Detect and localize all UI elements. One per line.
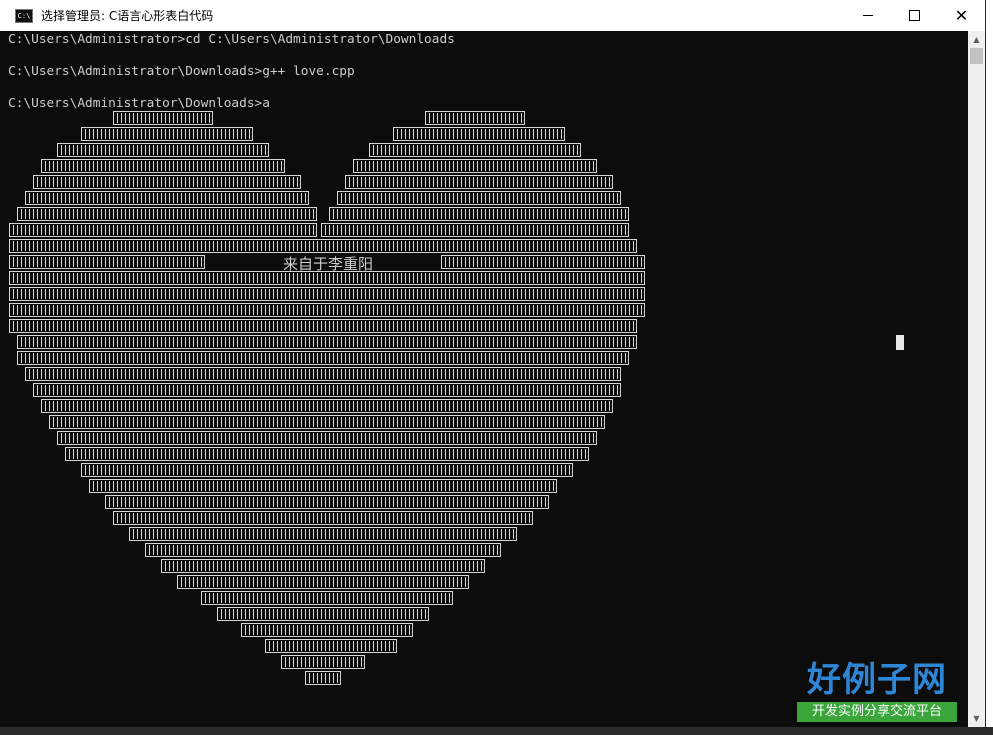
watermark-subtitle: 开发实例分享交流平台 <box>797 702 957 722</box>
heart-row-glyphs <box>13 241 634 251</box>
heart-row-segment <box>9 319 637 333</box>
heart-row-glyphs <box>13 225 314 235</box>
heart-row-segment <box>41 399 613 413</box>
heart-row-segment <box>129 527 517 541</box>
heart-row-segment <box>9 239 637 253</box>
heart-row-segment <box>9 223 317 237</box>
heart-row-segment <box>329 207 629 221</box>
heart-row-glyphs <box>333 209 626 219</box>
heart-caption: 来自于李重阳 <box>283 255 373 273</box>
heart-row-segment <box>321 223 629 237</box>
heart-row-glyphs <box>45 401 610 411</box>
heart-row-glyphs <box>117 513 530 523</box>
heart-row-glyphs <box>21 353 626 363</box>
heart-row-glyphs <box>349 177 610 187</box>
heart-row-segment <box>57 431 597 445</box>
heart-row-glyphs <box>85 129 250 139</box>
heart-row-glyphs <box>445 257 642 267</box>
heart-row-glyphs <box>309 673 338 683</box>
heart-row-glyphs <box>37 385 618 395</box>
heart-row-glyphs <box>429 113 522 123</box>
scroll-up-icon[interactable]: ▲ <box>968 31 985 48</box>
heart-row-glyphs <box>61 433 594 443</box>
heart-row-glyphs <box>269 641 394 651</box>
heart-row-glyphs <box>21 337 634 347</box>
heart-row-segment <box>81 463 573 477</box>
heart-row-glyphs <box>397 129 562 139</box>
maximize-icon <box>909 10 920 21</box>
heart-row-segment <box>201 591 453 605</box>
heart-row-segment <box>89 479 557 493</box>
heart-row-segment <box>305 671 341 685</box>
heart-row-segment <box>441 255 645 269</box>
text-cursor <box>896 335 904 350</box>
heart-row-segment <box>9 255 205 269</box>
heart-row-glyphs <box>373 145 578 155</box>
console-output[interactable]: C:\Users\Administrator>cd C:\Users\Admin… <box>0 31 968 727</box>
close-icon: ✕ <box>954 5 969 25</box>
heart-row-glyphs <box>69 449 586 459</box>
heart-row-glyphs <box>93 481 554 491</box>
minimize-icon <box>862 15 873 16</box>
heart-row-segment <box>337 191 621 205</box>
taskbar-strip <box>0 727 993 735</box>
heart-art: 来自于李重阳 <box>9 111 645 685</box>
scroll-down-icon[interactable]: ▼ <box>968 710 985 727</box>
heart-row-glyphs <box>285 657 362 667</box>
heart-row-glyphs <box>29 193 306 203</box>
title-bar[interactable]: C:\ 选择管理员: C语言心形表白代码 ✕ <box>0 0 985 31</box>
heart-row-glyphs <box>53 417 602 427</box>
heart-row-segment <box>105 495 549 509</box>
heart-row-segment <box>81 127 253 141</box>
heart-row-glyphs <box>37 177 298 187</box>
heart-row-segment <box>241 623 413 637</box>
heart-row-glyphs <box>109 497 546 507</box>
heart-row-glyphs <box>29 369 618 379</box>
heart-row-glyphs <box>205 593 450 603</box>
heart-row-glyphs <box>13 321 634 331</box>
heart-row-glyphs <box>61 145 266 155</box>
heart-row-glyphs <box>133 529 514 539</box>
watermark: 好例子网 开发实例分享交流平台 <box>792 660 962 722</box>
heart-row-glyphs <box>325 225 626 235</box>
heart-row-glyphs <box>117 113 210 123</box>
minimize-button[interactable] <box>844 0 891 31</box>
close-button[interactable]: ✕ <box>938 0 985 31</box>
heart-row-glyphs <box>13 273 642 283</box>
heart-row-segment <box>17 207 317 221</box>
heart-row-glyphs <box>221 609 426 619</box>
heart-row-glyphs <box>13 257 202 267</box>
maximize-button[interactable] <box>891 0 938 31</box>
heart-row-glyphs <box>149 545 498 555</box>
heart-row-glyphs <box>341 193 618 203</box>
heart-row-glyphs <box>45 161 282 171</box>
window-controls: ✕ <box>844 0 985 31</box>
heart-row-segment <box>25 367 621 381</box>
heart-row-segment <box>65 447 589 461</box>
heart-row-glyphs <box>85 465 570 475</box>
heart-row-segment <box>393 127 565 141</box>
heart-row-glyphs <box>181 577 466 587</box>
window-title: 选择管理员: C语言心形表白代码 <box>41 9 214 23</box>
console-icon: C:\ <box>15 8 33 23</box>
heart-row-glyphs <box>357 161 594 171</box>
console-window[interactable]: C:\ 选择管理员: C语言心形表白代码 ✕ C:\Users\Administ… <box>0 0 986 727</box>
heart-row-segment <box>145 543 501 557</box>
heart-row-segment <box>25 191 309 205</box>
watermark-title: 好例子网 <box>807 660 947 700</box>
heart-row-glyphs <box>165 561 482 571</box>
heart-row-glyphs <box>21 209 314 219</box>
heart-row-glyphs <box>13 305 642 315</box>
vertical-scrollbar[interactable]: ▲ ▼ <box>968 31 985 727</box>
heart-row-segment <box>17 335 637 349</box>
heart-row-glyphs <box>13 289 642 299</box>
heart-row-glyphs <box>245 625 410 635</box>
scroll-thumb[interactable] <box>970 48 983 64</box>
